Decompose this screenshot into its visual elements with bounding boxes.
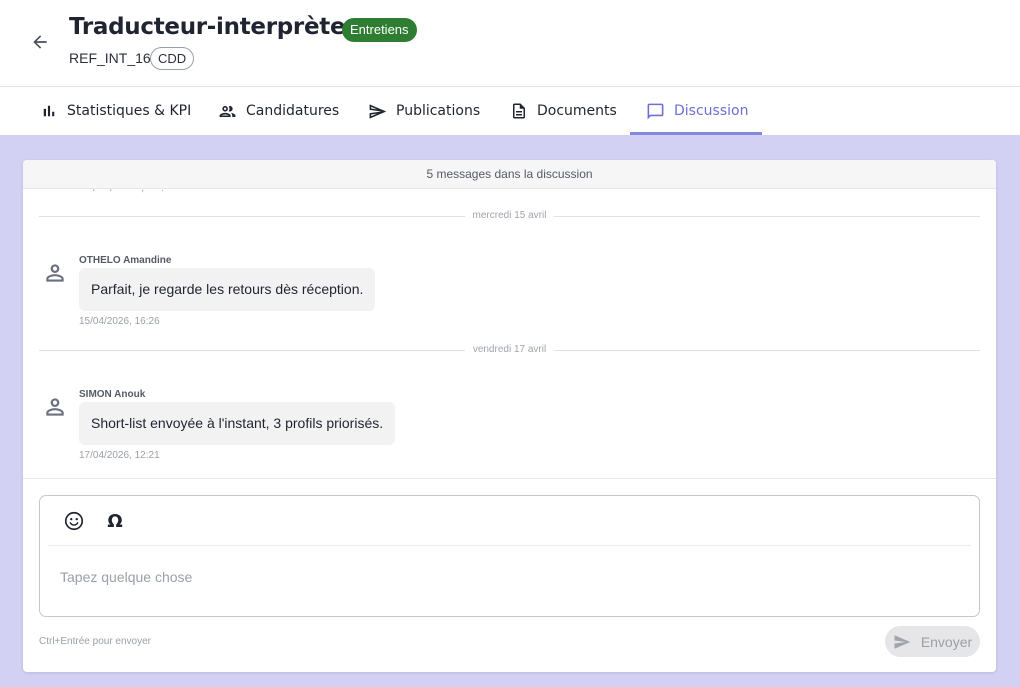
- back-button[interactable]: [26, 28, 54, 56]
- bar-chart-icon: [43, 105, 55, 117]
- arrow-left-icon: [33, 35, 47, 49]
- message-timestamp: 17/04/2026, 12:21: [79, 450, 160, 461]
- person-icon: [46, 264, 64, 282]
- tab-discussion[interactable]: Discussion: [646, 87, 748, 135]
- person-icon: [46, 398, 64, 416]
- message-bubble: Parfait, je regarde les retours dès réce…: [79, 268, 376, 311]
- document-icon: [513, 103, 525, 119]
- tab-documents[interactable]: Documents: [510, 87, 617, 135]
- message-timestamp: 15/04/2026, 16:26: [79, 316, 160, 327]
- send-icon: [894, 634, 911, 649]
- message-timestamp-clipped: ──/──/────, ──:──: [79, 189, 178, 194]
- discussion-panel: 5 messages dans la discussion ──/──/────…: [23, 160, 996, 672]
- omega-icon: Ω: [107, 510, 123, 532]
- job-reference: REF_INT_16: [69, 50, 151, 66]
- special-characters-button[interactable]: Ω: [103, 509, 127, 533]
- day-separator: mercredi 15 avril: [39, 210, 980, 222]
- chat-icon: [647, 103, 664, 119]
- contract-type-chip: CDD: [150, 47, 195, 70]
- tab-applications[interactable]: Candidatures: [218, 87, 339, 135]
- message-count: 5 messages dans la discussion: [23, 160, 996, 189]
- send-button-label: Envoyer: [920, 633, 973, 650]
- tab-label: Documents: [537, 103, 617, 119]
- page-title: Traducteur-interprète: [69, 14, 346, 40]
- message-author: SIMON Anouk: [79, 389, 146, 400]
- tab-bar: Statistiques & KPI Candidatures Publicat…: [0, 87, 1020, 135]
- day-label: mercredi 15 avril: [464, 210, 555, 221]
- day-separator: vendredi 17 avril: [39, 344, 980, 356]
- smiley-icon: [64, 511, 84, 531]
- message-list[interactable]: ──/──/────, ──:── mercredi 15 avril OTHE…: [23, 189, 996, 479]
- send-shortcut-hint: Ctrl+Entrée pour envoyer: [39, 636, 152, 647]
- day-label: vendredi 17 avril: [464, 344, 555, 355]
- message-input[interactable]: [48, 552, 971, 602]
- composer-toolbar: Ω: [40, 496, 979, 545]
- message-composer: Ω: [39, 495, 980, 617]
- send-button[interactable]: Envoyer: [885, 626, 980, 657]
- send-icon: [369, 103, 387, 119]
- tab-label: Publications: [396, 103, 481, 119]
- tab-label: Discussion: [674, 103, 749, 119]
- message-bubble: Short-list envoyée à l'instant, 3 profil…: [79, 402, 396, 445]
- message-author: OTHELO Amandine: [79, 255, 172, 266]
- tab-publications[interactable]: Publications: [368, 87, 480, 135]
- emoji-button[interactable]: [62, 509, 86, 533]
- page-header: Traducteur-interprète Entretiens REF_INT…: [0, 0, 1020, 87]
- tab-statistics[interactable]: Statistiques & KPI: [40, 87, 191, 135]
- people-icon: [219, 105, 236, 117]
- composer-divider: [48, 545, 971, 546]
- tab-label: Statistiques & KPI: [67, 103, 192, 119]
- tab-label: Candidatures: [246, 103, 340, 119]
- status-badge: Entretiens: [342, 18, 417, 42]
